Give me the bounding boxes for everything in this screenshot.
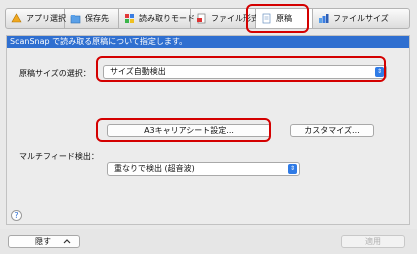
customize-button[interactable]: カスタマイズ... — [290, 124, 374, 137]
paper-size-label: 原稿サイズの選択： — [19, 69, 91, 78]
scan-mode-icon — [124, 13, 135, 24]
tab-scan-mode[interactable]: 読み取りモード — [119, 9, 195, 28]
multifeed-value: 重なりで検出 (超音波) — [114, 164, 195, 173]
tab-label: 読み取りモード — [139, 14, 195, 23]
help-icon[interactable]: ? — [11, 210, 22, 221]
apply-label: 適用 — [365, 237, 381, 246]
tab-app-select[interactable]: アプリ選択 — [6, 9, 66, 28]
tab-label: ファイルサイズ — [333, 14, 389, 23]
tab-label: アプリ選択 — [26, 14, 66, 23]
scansnap-settings-window: アプリ選択 保存先 読み取りモード ファイル形式 原稿 ファイルサイズ Scan… — [0, 0, 417, 254]
tab-bar: アプリ選択 保存先 読み取りモード ファイル形式 原稿 ファイルサイズ — [5, 8, 410, 29]
tab-save-location[interactable]: 保存先 — [65, 9, 119, 28]
tab-label: 保存先 — [85, 14, 109, 23]
bottom-bar: 隠す 適用 — [0, 229, 417, 254]
highlight-a3-carrier — [96, 118, 271, 142]
multifeed-select[interactable]: 重なりで検出 (超音波) ⇕ — [107, 162, 300, 176]
hide-button[interactable]: 隠す — [8, 235, 80, 248]
multifeed-label: マルチフィード検出： — [19, 152, 99, 161]
hide-label: 隠す — [35, 237, 51, 246]
panel-header: ScanSnap で読み取る原稿について指定します。 — [7, 36, 409, 48]
save-folder-icon — [70, 13, 81, 24]
tab-file-size[interactable]: ファイルサイズ — [313, 9, 409, 28]
select-arrows-icon: ⇕ — [288, 164, 297, 174]
customize-label: カスタマイズ... — [304, 126, 360, 135]
file-size-icon — [318, 13, 329, 24]
app-select-icon — [11, 13, 22, 24]
apply-button[interactable]: 適用 — [341, 235, 405, 248]
highlight-paper-size — [96, 56, 386, 82]
highlight-tab-document — [246, 4, 309, 33]
chevron-up-icon — [63, 236, 71, 250]
file-format-icon — [196, 13, 207, 24]
